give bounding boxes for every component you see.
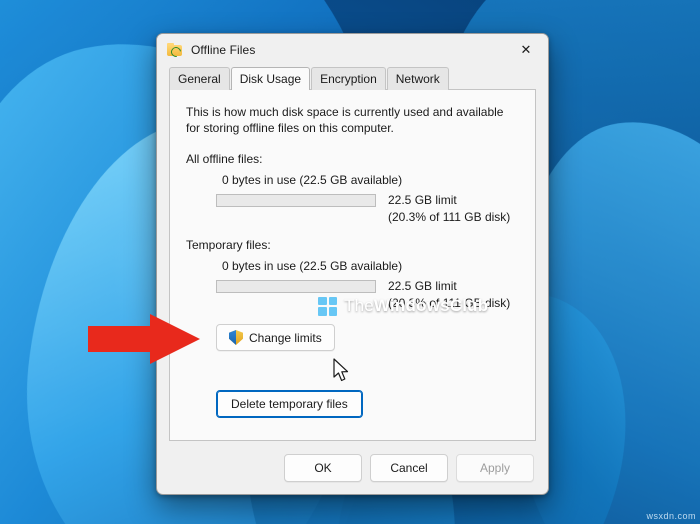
window-title: Offline Files [191, 42, 256, 57]
dialog-titlebar[interactable]: Offline Files ✕ [157, 34, 548, 65]
disk-usage-description: This is how much disk space is currently… [186, 105, 504, 135]
offline-files-dialog: Offline Files ✕ General Disk Usage Encry… [156, 33, 549, 495]
temporary-files-bar-row: 22.5 GB limit [216, 279, 519, 293]
delete-temporary-files-row: Delete temporary files [216, 390, 519, 418]
all-offline-files-limit: 22.5 GB limit [388, 193, 457, 207]
tab-encryption[interactable]: Encryption [311, 67, 386, 90]
all-offline-files-percent: (20.3% of 111 GB disk) [388, 210, 511, 224]
change-limits-label: Change limits [249, 330, 322, 345]
temporary-files-percent: (20.3% of 111 GB disk) [388, 296, 511, 310]
close-icon[interactable]: ✕ [504, 34, 548, 65]
all-offline-files-label: All offline files: [186, 152, 263, 166]
offline-files-folder-icon [167, 42, 183, 59]
change-limits-row: Change limits [216, 324, 519, 351]
tab-network[interactable]: Network [386, 67, 449, 90]
all-offline-files-progress-bar [216, 193, 376, 207]
all-offline-files-bar-row: 22.5 GB limit [216, 193, 519, 207]
dialog-footer: OK Cancel Apply [157, 442, 548, 494]
change-limits-button[interactable]: Change limits [216, 324, 335, 351]
temporary-files-limit: 22.5 GB limit [388, 279, 457, 293]
all-offline-files-usage: 0 bytes in use (22.5 GB available) [222, 173, 403, 187]
corner-watermark: wsxdn.com [646, 511, 696, 521]
delete-temporary-files-button[interactable]: Delete temporary files [216, 390, 363, 418]
tab-strip: General Disk Usage Encryption Network [157, 67, 548, 90]
temporary-files-usage: 0 bytes in use (22.5 GB available) [222, 259, 403, 273]
tab-general[interactable]: General [169, 67, 230, 90]
apply-button: Apply [456, 454, 534, 482]
disk-usage-panel: This is how much disk space is currently… [169, 89, 536, 441]
temporary-files-label: Temporary files: [186, 238, 271, 252]
cancel-button[interactable]: Cancel [370, 454, 448, 482]
temporary-files-progress-bar [216, 279, 376, 293]
ok-button[interactable]: OK [284, 454, 362, 482]
tab-disk-usage[interactable]: Disk Usage [230, 67, 311, 90]
uac-shield-icon [229, 330, 243, 345]
